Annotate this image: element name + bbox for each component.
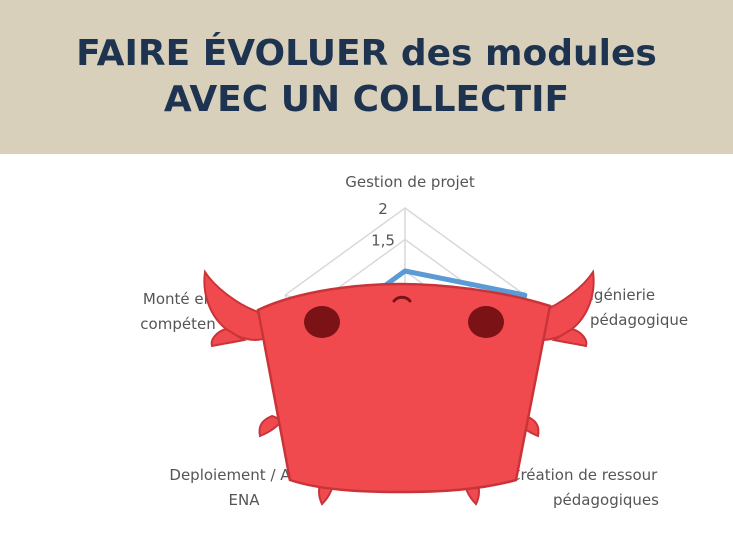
tick-label: 2 (378, 200, 388, 218)
radar-chart: 2 1,5 Gestion de projet Ingénierie pédagogi… (0, 154, 733, 556)
axis-label-3: Création de ressour (510, 466, 658, 484)
axis-label-4: ENA (229, 491, 261, 509)
axis-label-3: pédagogiques (553, 491, 659, 509)
page-title-line-1: FAIRE ÉVOLUER des modules (76, 31, 657, 77)
title-rest: des modules (388, 33, 657, 74)
axis-label-5: compéten (140, 315, 215, 333)
axis-label-2: pédagogique (590, 311, 688, 329)
axis-label-1: Gestion de projet (345, 173, 475, 191)
tick-label: 1,5 (371, 232, 395, 250)
radar-svg: 21,5 Gestion de projetIngénieriepédagogi… (140, 173, 688, 509)
title-bold: FAIRE ÉVOLUER (76, 33, 389, 74)
axis-label-5: Monté en (143, 290, 213, 308)
page-title-line-2: AVEC UN COLLECTIF (163, 79, 570, 120)
header-banner: FAIRE ÉVOLUER des modules AVEC UN COLLEC… (0, 0, 733, 154)
